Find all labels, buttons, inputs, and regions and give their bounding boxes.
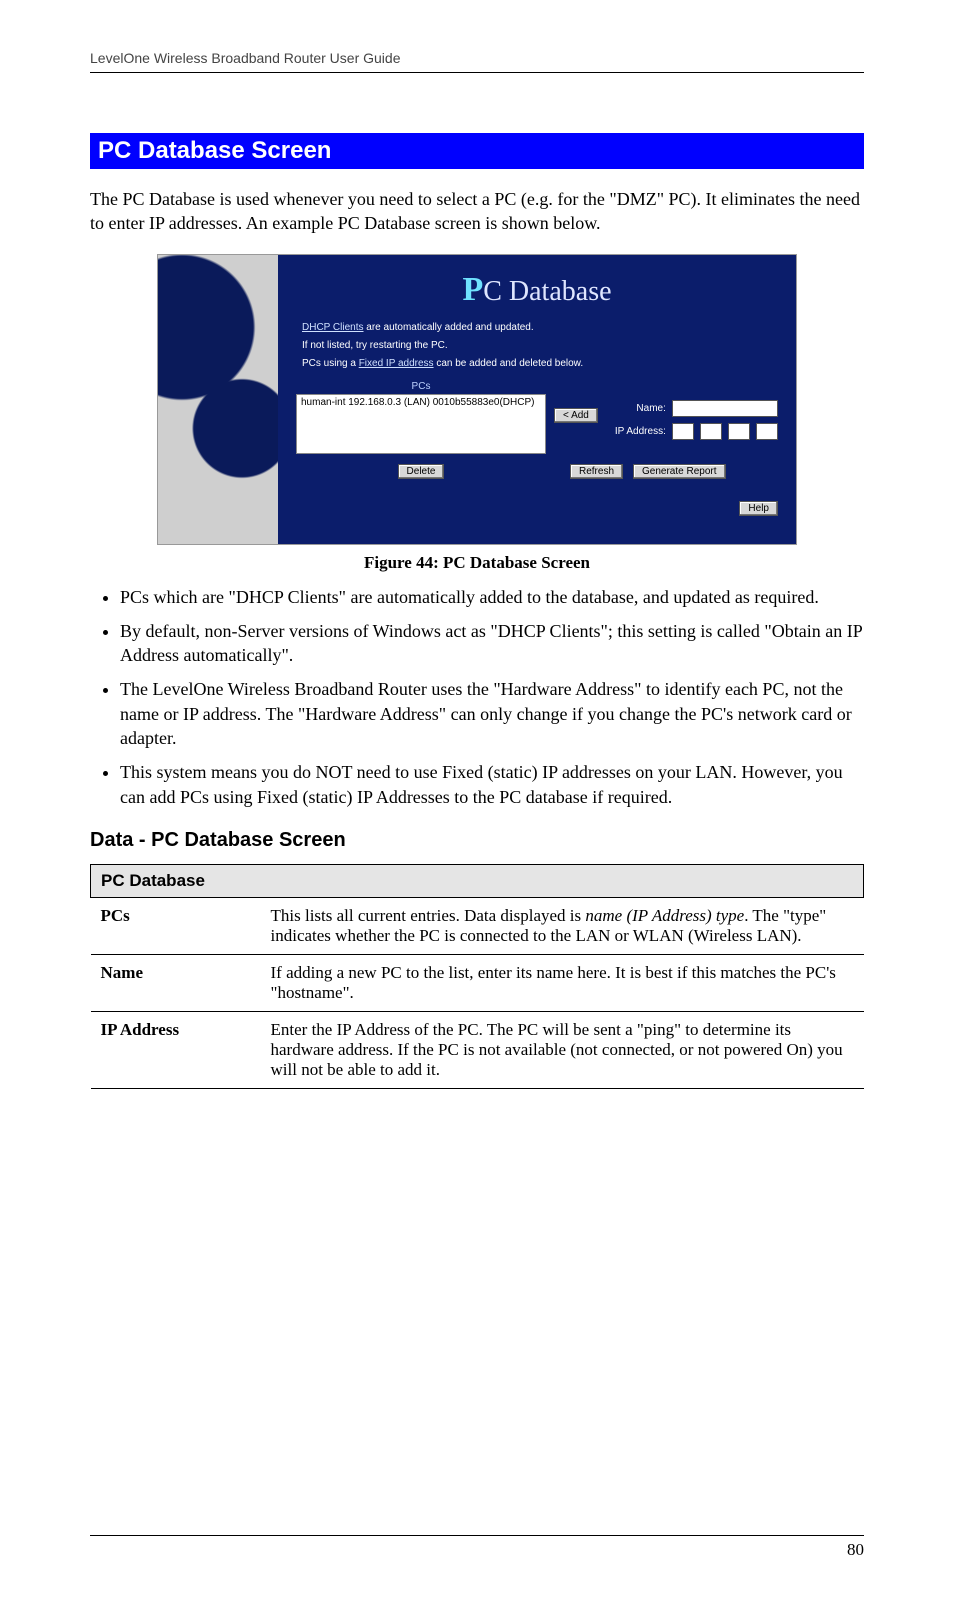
table-row: PCs This lists all current entries. Data… <box>91 897 864 954</box>
screenshot-side-graphic <box>158 255 278 544</box>
table-key: PCs <box>91 897 261 954</box>
help-button[interactable]: Help <box>739 501 778 516</box>
pc-database-screenshot: PC Database DHCP Clients are automatical… <box>157 254 797 545</box>
name-label: Name: <box>606 403 666 414</box>
data-table: PC Database PCs This lists all current e… <box>90 864 864 1089</box>
page-footer: 80 <box>90 1535 864 1560</box>
refresh-button[interactable]: Refresh <box>570 464 623 479</box>
table-value: Enter the IP Address of the PC. The PC w… <box>261 1011 864 1088</box>
ip-octet-1[interactable] <box>672 423 694 440</box>
table-group-header: PC Database <box>91 864 864 897</box>
ip-octet-3[interactable] <box>728 423 750 440</box>
section-title: PC Database Screen <box>90 133 864 169</box>
screenshot-title: PC Database <box>296 271 778 309</box>
pcs-list-label: PCs <box>296 381 546 392</box>
pcs-listbox[interactable]: human-int 192.168.0.3 (LAN) 0010b55883e0… <box>296 394 546 454</box>
table-row: IP Address Enter the IP Address of the P… <box>91 1011 864 1088</box>
figure-caption: Figure 44: PC Database Screen <box>90 553 864 573</box>
table-value: If adding a new PC to the list, enter it… <box>261 954 864 1011</box>
data-subheading: Data - PC Database Screen <box>90 829 864 852</box>
list-item: By default, non-Server versions of Windo… <box>120 619 864 668</box>
delete-button[interactable]: Delete <box>398 464 445 479</box>
pcs-list-entry[interactable]: human-int 192.168.0.3 (LAN) 0010b55883e0… <box>301 397 541 408</box>
list-item: The LevelOne Wireless Broadband Router u… <box>120 677 864 750</box>
name-input[interactable] <box>672 400 778 417</box>
table-key: IP Address <box>91 1011 261 1088</box>
bullet-list: PCs which are "DHCP Clients" are automat… <box>90 585 864 809</box>
table-value: This lists all current entries. Data dis… <box>261 897 864 954</box>
page-number: 80 <box>847 1540 864 1559</box>
screenshot-note-restart: If not listed, try restarting the PC. <box>302 339 778 353</box>
add-button[interactable]: < Add <box>554 408 598 423</box>
ip-label: IP Address: <box>606 426 666 437</box>
intro-paragraph: The PC Database is used whenever you nee… <box>90 187 864 236</box>
ip-octet-4[interactable] <box>756 423 778 440</box>
list-item: This system means you do NOT need to use… <box>120 760 864 809</box>
running-header: LevelOne Wireless Broadband Router User … <box>90 50 864 73</box>
table-key: Name <box>91 954 261 1011</box>
generate-report-button[interactable]: Generate Report <box>633 464 726 479</box>
list-item: PCs which are "DHCP Clients" are automat… <box>120 585 864 609</box>
table-row: Name If adding a new PC to the list, ent… <box>91 954 864 1011</box>
ip-octet-2[interactable] <box>700 423 722 440</box>
screenshot-note-fixed: PCs using a Fixed IP address can be adde… <box>302 357 778 371</box>
screenshot-note-dhcp: DHCP Clients are automatically added and… <box>302 321 778 335</box>
